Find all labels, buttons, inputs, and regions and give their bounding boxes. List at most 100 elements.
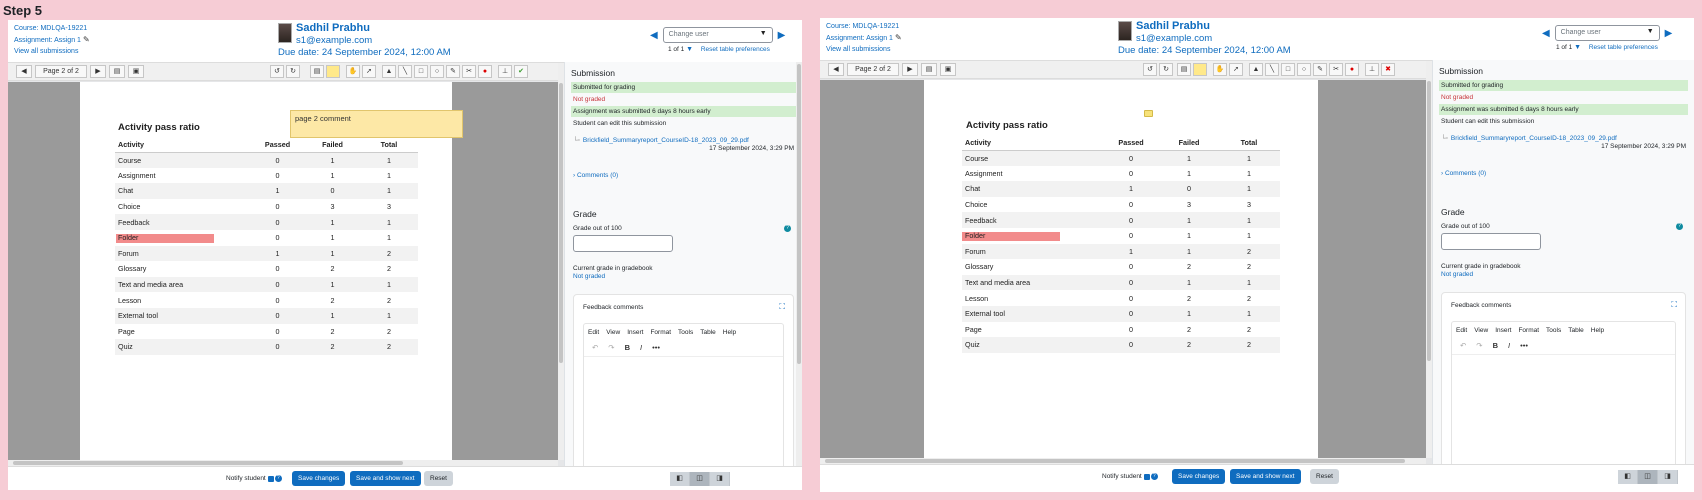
search-comments-icon[interactable]: ▤ bbox=[109, 65, 125, 78]
highlight-tool-icon[interactable]: ✂ bbox=[1329, 63, 1343, 76]
file-name[interactable]: Brickfield_Summaryreport_CourseID-18_202… bbox=[1451, 135, 1617, 142]
file-name[interactable]: Brickfield_Summaryreport_CourseID-18_202… bbox=[583, 137, 749, 144]
collapse-grade-panel-icon[interactable]: ◨ bbox=[1658, 470, 1678, 484]
line-tool-icon[interactable]: ╲ bbox=[1265, 63, 1279, 76]
undo-icon[interactable]: ↶ bbox=[592, 343, 598, 352]
save-changes-button[interactable]: Save changes bbox=[292, 471, 346, 486]
previous-user-icon[interactable]: ◀ bbox=[650, 30, 658, 41]
collapse-review-panel-icon[interactable]: ◧ bbox=[1618, 470, 1638, 484]
highlight-tool-icon[interactable]: ✂ bbox=[462, 65, 476, 78]
menu-format[interactable]: Format bbox=[1518, 327, 1539, 334]
menu-view[interactable]: View bbox=[1474, 327, 1488, 334]
feedback-editor[interactable]: Edit View Insert Format Tools Table Help… bbox=[583, 323, 784, 466]
search-comments-icon[interactable]: ▤ bbox=[921, 63, 937, 76]
redo-icon[interactable]: ↷ bbox=[608, 343, 614, 352]
collapse-review-panel-icon[interactable]: ◧ bbox=[670, 472, 690, 486]
menu-edit[interactable]: Edit bbox=[1456, 327, 1467, 334]
rotate-right-icon[interactable]: ↻ bbox=[1159, 63, 1173, 76]
next-user-icon[interactable]: ▶ bbox=[778, 30, 786, 41]
collapse-grade-panel-icon[interactable]: ◨ bbox=[710, 472, 730, 486]
select-tool-icon[interactable]: ➚ bbox=[362, 65, 376, 78]
save-changes-button[interactable]: Save changes bbox=[1172, 469, 1226, 484]
reset-button[interactable]: Reset bbox=[424, 471, 453, 486]
menu-insert[interactable]: Insert bbox=[627, 329, 643, 336]
help-icon[interactable]: ? bbox=[274, 475, 282, 482]
reset-table-preferences-link[interactable]: Reset table preferences bbox=[1589, 44, 1658, 51]
save-and-show-next-button[interactable]: Save and show next bbox=[1230, 469, 1301, 484]
next-page-icon[interactable]: ▶ bbox=[902, 63, 918, 76]
comment-color-icon[interactable] bbox=[1193, 63, 1207, 76]
change-user-select[interactable]: Change user ▼ bbox=[662, 27, 773, 43]
user-name[interactable]: Sadhil Prabhu bbox=[1136, 20, 1291, 33]
pdf-page[interactable]: Activity pass ratio Activity Passed Fail… bbox=[924, 80, 1318, 458]
rectangle-tool-icon[interactable]: □ bbox=[414, 65, 428, 78]
pen-tool-icon[interactable]: ✎ bbox=[446, 65, 460, 78]
undo-icon[interactable]: ↶ bbox=[1460, 341, 1466, 350]
notify-student[interactable]: Notify student? bbox=[1102, 473, 1158, 480]
view-all-submissions-link[interactable]: View all submissions bbox=[826, 44, 902, 55]
comment-color-icon[interactable] bbox=[326, 65, 340, 78]
help-icon[interactable]: ? bbox=[1150, 473, 1158, 480]
more-icon[interactable]: ••• bbox=[652, 343, 660, 352]
pencil-icon[interactable]: ✎ bbox=[83, 34, 90, 45]
pencil-icon[interactable]: ✎ bbox=[895, 32, 902, 43]
menu-format[interactable]: Format bbox=[650, 329, 671, 336]
next-page-icon[interactable]: ▶ bbox=[90, 65, 106, 78]
comments-toggle[interactable]: › Comments (0) bbox=[573, 172, 794, 179]
menu-view[interactable]: View bbox=[606, 329, 620, 336]
italic-icon[interactable]: I bbox=[640, 343, 642, 352]
previous-user-icon[interactable]: ◀ bbox=[1542, 28, 1550, 39]
next-user-icon[interactable]: ▶ bbox=[1665, 28, 1673, 39]
pan-tool-icon[interactable]: ✋ bbox=[1213, 63, 1227, 76]
redo-icon[interactable]: ↷ bbox=[1476, 341, 1482, 350]
expand-comments-icon[interactable]: ▣ bbox=[128, 65, 144, 78]
menu-help[interactable]: Help bbox=[1591, 327, 1604, 334]
menu-edit[interactable]: Edit bbox=[588, 329, 599, 336]
grade-input[interactable] bbox=[573, 235, 673, 252]
rectangle-tool-icon[interactable]: □ bbox=[1281, 63, 1295, 76]
submission-file[interactable]: └▫ Brickfield_Summaryreport_CourseID-18_2… bbox=[1441, 135, 1686, 142]
expand-icon[interactable]: ⛶ bbox=[1671, 300, 1677, 310]
page-select[interactable]: Page 2 of 2 bbox=[35, 65, 87, 78]
stamp-select-icon[interactable]: ⊥ bbox=[498, 65, 512, 78]
stamp-select-icon[interactable]: ⊥ bbox=[1365, 63, 1379, 76]
default-layout-icon[interactable]: ◫ bbox=[690, 472, 710, 486]
submission-file[interactable]: └▫ Brickfield_Summaryreport_CourseID-18_2… bbox=[573, 137, 794, 144]
cross-stamp-icon[interactable]: ✖ bbox=[1381, 63, 1395, 76]
user-name[interactable]: Sadhil Prabhu bbox=[296, 22, 451, 35]
help-icon[interactable]: ? bbox=[1676, 223, 1683, 230]
menu-help[interactable]: Help bbox=[723, 329, 736, 336]
previous-page-icon[interactable]: ◀ bbox=[828, 63, 844, 76]
expand-icon[interactable]: ⛶ bbox=[779, 302, 785, 312]
pan-tool-icon[interactable]: ✋ bbox=[346, 65, 360, 78]
filter-icon[interactable]: ▼ bbox=[686, 46, 693, 53]
select-tool-icon[interactable]: ➚ bbox=[1229, 63, 1243, 76]
pen-tool-icon[interactable]: ✎ bbox=[1313, 63, 1327, 76]
rotate-left-icon[interactable]: ↺ bbox=[1143, 63, 1157, 76]
document-viewport[interactable]: Activity pass ratio Activity Passed Fail… bbox=[820, 80, 1426, 458]
reset-button[interactable]: Reset bbox=[1310, 469, 1339, 484]
course-link[interactable]: Course: MDLQA-19221 bbox=[14, 23, 90, 34]
comment-tool-icon[interactable]: ▤ bbox=[1177, 63, 1191, 76]
previous-page-icon[interactable]: ◀ bbox=[16, 65, 32, 78]
notify-student[interactable]: Notify student? bbox=[226, 475, 282, 482]
tick-stamp-icon[interactable]: ✔ bbox=[514, 65, 528, 78]
comment-icon[interactable] bbox=[1144, 110, 1153, 117]
expand-comments-icon[interactable]: ▣ bbox=[940, 63, 956, 76]
save-and-show-next-button[interactable]: Save and show next bbox=[350, 471, 421, 486]
menu-insert[interactable]: Insert bbox=[1495, 327, 1511, 334]
notify-checkbox[interactable] bbox=[267, 475, 274, 482]
assignment-link[interactable]: Assignment: Assign 1 ✎ bbox=[826, 32, 902, 44]
help-icon[interactable]: ? bbox=[784, 225, 791, 232]
comments-toggle[interactable]: › Comments (0) bbox=[1441, 170, 1686, 177]
pdf-page[interactable]: page 2 comment Activity pass ratio Activ… bbox=[80, 82, 463, 460]
oval-tool-icon[interactable]: ○ bbox=[430, 65, 444, 78]
page-select[interactable]: Page 2 of 2 bbox=[847, 63, 899, 76]
line-tool-icon[interactable]: ╲ bbox=[398, 65, 412, 78]
change-user-select[interactable]: Change user ▼ bbox=[1554, 25, 1660, 41]
menu-tools[interactable]: Tools bbox=[1546, 327, 1561, 334]
grade-input[interactable] bbox=[1441, 233, 1541, 250]
sticky-comment[interactable]: page 2 comment bbox=[290, 110, 463, 138]
feedback-editor[interactable]: Edit View Insert Format Tools Table Help… bbox=[1451, 321, 1676, 464]
annotation-color-icon[interactable]: ● bbox=[1345, 63, 1359, 76]
